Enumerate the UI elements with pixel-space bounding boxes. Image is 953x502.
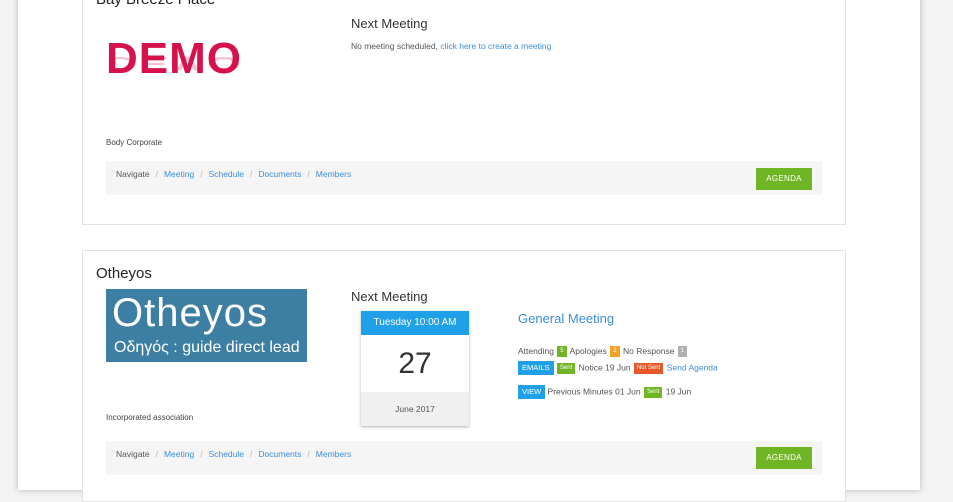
card-title: Otheyos (96, 265, 152, 282)
emails-line: EMAILS Sent Notice 19 Jun Not Sent Send … (518, 361, 718, 375)
nav-documents-link[interactable]: Documents (258, 169, 301, 179)
breadcrumb: Navigate / Meeting / Schedule / Documents / Memb… (116, 449, 352, 459)
emails-tag[interactable]: EMAILS (518, 361, 554, 375)
otheyos-logo: Otheyos Οδηγός : guide direct lead (106, 289, 307, 362)
create-meeting-link[interactable]: click here to create a meeting (440, 41, 551, 51)
otheyos-logo-subtitle: Οδηγός : guide direct lead (114, 339, 300, 356)
view-tag[interactable]: VIEW (518, 385, 546, 399)
card-nav-bar: Navigate / Meeting / Schedule / Documents / Memb… (106, 441, 822, 475)
navigate-label: Navigate (116, 449, 150, 459)
next-meeting-heading: Next Meeting (351, 16, 428, 31)
apologies-label: Apologies (569, 346, 607, 356)
attendance-line: Attending 5 Apologies 2 No Response 1 (518, 346, 688, 358)
no-meeting-line: No meeting scheduled, click here to crea… (351, 41, 551, 51)
minutes-line: VIEW Previous Minutes 01 Jun Sent 19 Jun (518, 385, 691, 399)
org-type: Body Corporate (106, 138, 163, 147)
not-sent-badge: Not Sent (633, 362, 664, 374)
otheyos-logo-text: Otheyos (112, 291, 268, 335)
nav-meeting-link[interactable]: Meeting (164, 449, 194, 459)
card-title: Bay Breeze Place (96, 0, 215, 8)
attending-count: 5 (557, 346, 567, 358)
no-meeting-text: No meeting scheduled, (351, 41, 438, 51)
meeting-calendar[interactable]: Tuesday 10:00 AM 27 June 2017 (361, 311, 469, 426)
nav-members-link[interactable]: Members (316, 449, 351, 459)
calendar-time: Tuesday 10:00 AM (361, 311, 469, 335)
minutes-sent-badge: Sent (644, 386, 663, 398)
calendar-month: June 2017 (361, 392, 469, 426)
org-type: Incorporated association (106, 413, 194, 422)
demo-logo: DEMO DEMO (106, 37, 268, 101)
organisation-card: Otheyos Otheyos Οδηγός : guide direct le… (82, 250, 846, 502)
notice-text: Notice 19 Jun (578, 362, 631, 373)
navigate-label: Navigate (116, 169, 150, 179)
nav-members-link[interactable]: Members (316, 169, 351, 179)
previous-minutes-text: Previous Minutes 01 Jun (547, 386, 641, 397)
page-container: Bay Breeze Place DEMO DEMO Body Corporat… (18, 0, 920, 502)
nav-schedule-link[interactable]: Schedule (209, 169, 244, 179)
next-meeting-heading: Next Meeting (351, 289, 428, 304)
card-nav-bar: Navigate / Meeting / Schedule / Documents / Memb… (106, 161, 822, 195)
minutes-sent-date: 19 Jun (665, 386, 692, 397)
nav-meeting-link[interactable]: Meeting (164, 169, 194, 179)
agenda-button[interactable]: AGENDA (756, 447, 812, 469)
no-response-label: No Response (622, 346, 675, 356)
send-agenda-link[interactable]: Send Agenda (667, 362, 718, 372)
meeting-title-link[interactable]: General Meeting (518, 311, 614, 326)
no-response-count: 1 (677, 346, 688, 358)
apologies-count: 2 (610, 346, 620, 358)
breadcrumb: Navigate / Meeting / Schedule / Documents / Memb… (116, 169, 352, 179)
agenda-button[interactable]: AGENDA (756, 168, 812, 190)
nav-schedule-link[interactable]: Schedule (209, 449, 244, 459)
organisation-card: Bay Breeze Place DEMO DEMO Body Corporat… (82, 0, 846, 225)
sent-badge: Sent (556, 362, 576, 374)
nav-documents-link[interactable]: Documents (258, 449, 301, 459)
calendar-day: 27 (398, 347, 432, 380)
attending-label: Attending (518, 346, 554, 356)
demo-logo-reflection: DEMO (106, 52, 242, 75)
